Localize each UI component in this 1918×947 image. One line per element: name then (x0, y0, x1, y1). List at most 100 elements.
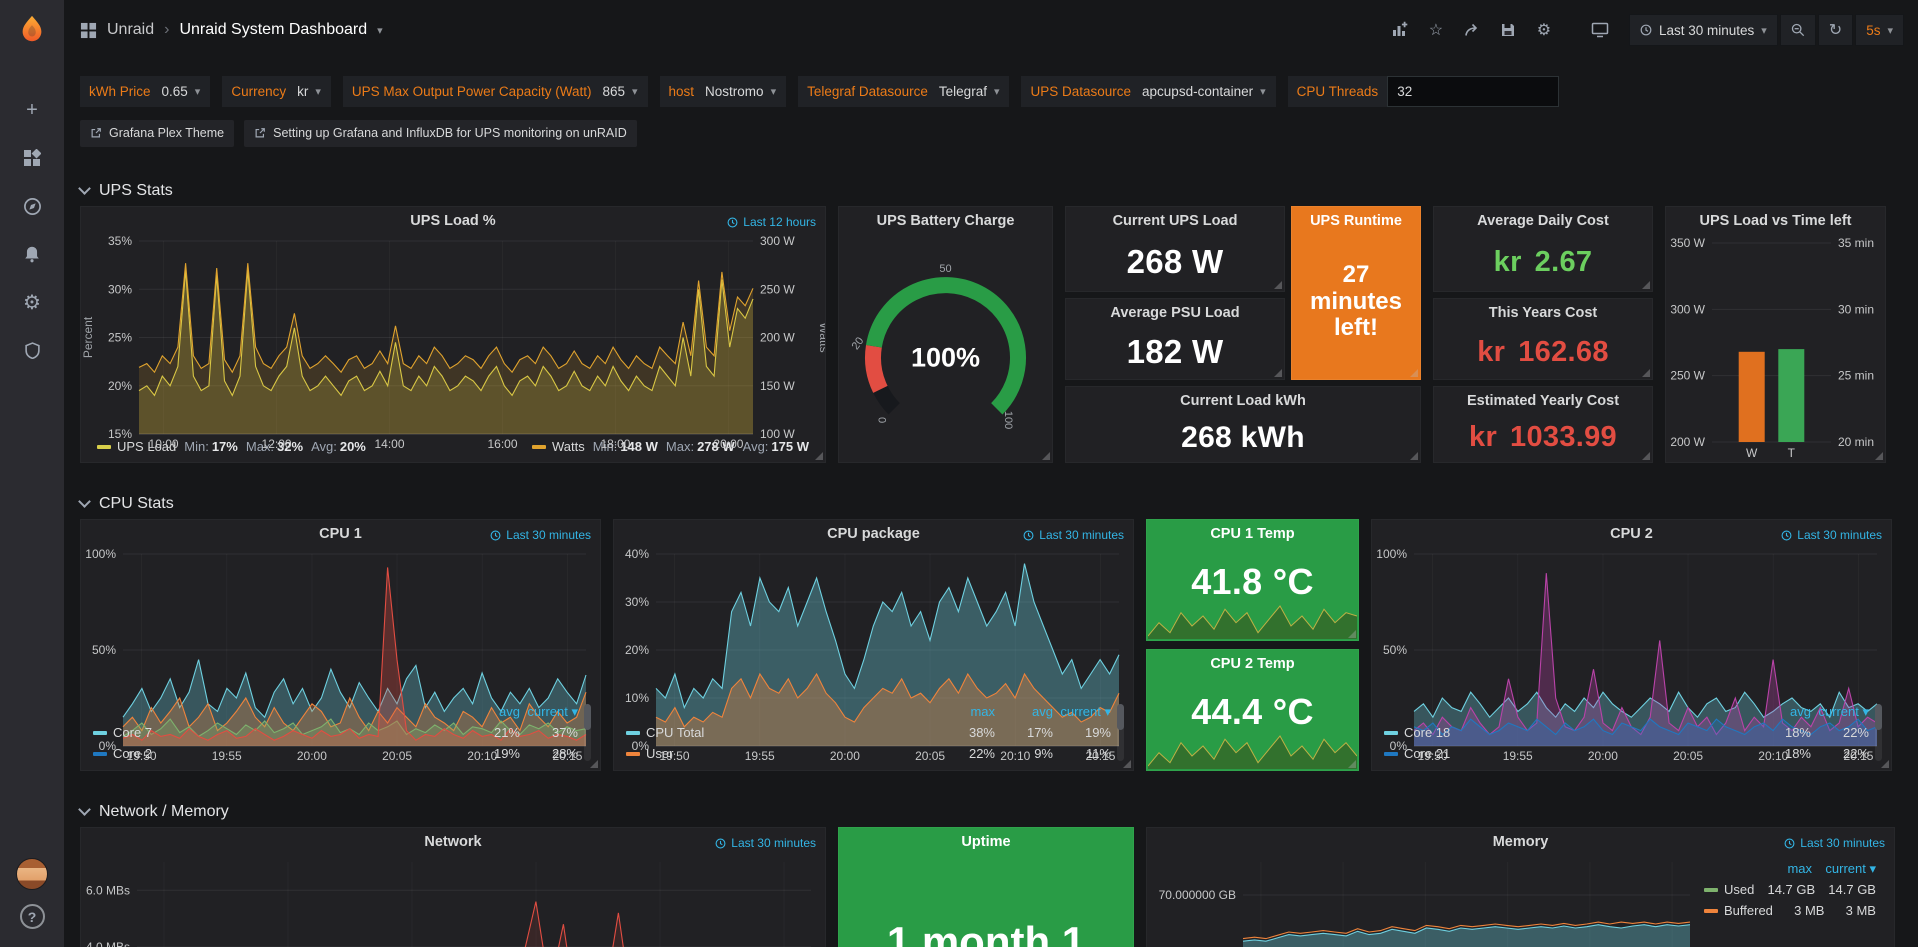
legend-sort-avg[interactable]: avg (995, 704, 1053, 719)
legend-item[interactable]: Used14.7 GB14.7 GB (1704, 879, 1876, 900)
panel-title[interactable]: UPS Runtime (1292, 213, 1420, 229)
navbar-actions: ☆ ⚙ Last 3 (1385, 14, 1904, 46)
panel-time-override[interactable]: Last 30 minutes (1781, 528, 1882, 542)
row-network-memory[interactable]: Network / Memory (80, 797, 1902, 827)
create-icon[interactable]: + (0, 86, 64, 134)
chevron-down-icon: ▾ (1887, 24, 1893, 37)
variable-value[interactable]: Nostromo ▾ (703, 84, 786, 99)
alerting-bell-icon[interactable] (0, 230, 64, 278)
legend-sort-avg[interactable]: avg (1753, 704, 1811, 719)
legend-item[interactable]: CPU Total38%17%19% (626, 722, 1111, 743)
cycle-view-monitor-icon[interactable] (1585, 15, 1615, 45)
panel-title[interactable]: UPS Load vs Time left (1666, 213, 1885, 229)
legend-sort-current[interactable]: current ▾ (1053, 704, 1111, 720)
dashboard-title[interactable]: Unraid System Dashboard (179, 21, 367, 39)
configuration-gear-icon[interactable]: ⚙ (0, 278, 64, 326)
navbar: Unraid › Unraid System Dashboard ▾ ☆ (64, 0, 1918, 60)
add-panel-icon[interactable] (1385, 15, 1415, 45)
svg-text:18:00: 18:00 (600, 437, 630, 451)
gauge-canvas[interactable]: 02050100100% (839, 233, 1052, 462)
bar-chart-canvas[interactable]: 200 W20 min250 W25 min300 W30 min350 W35… (1666, 233, 1885, 462)
dashboards-icon[interactable] (0, 134, 64, 182)
legend-sort-max[interactable]: max (937, 704, 995, 719)
chart-canvas[interactable]: 50.000000 GB60.000000 GB70.000000 GB19:5… (1147, 854, 1704, 947)
legend-sort-current[interactable]: current ▾ (1812, 861, 1876, 877)
star-icon[interactable]: ☆ (1421, 15, 1451, 45)
row-cpu-stats[interactable]: CPU Stats (80, 489, 1902, 519)
panel-title[interactable]: Current UPS Load (1066, 213, 1284, 229)
legend-scrollbar[interactable] (1117, 704, 1124, 761)
time-range-button[interactable]: Last 30 minutes ▾ (1629, 14, 1778, 46)
explore-icon[interactable] (0, 182, 64, 230)
variable-input[interactable] (1387, 76, 1559, 107)
chart-canvas[interactable]: 0%50%100%19:5019:5520:0020:0520:1020:15 (81, 546, 600, 701)
panel-title[interactable]: Current Load kWh (1066, 393, 1420, 409)
grafana-logo-icon[interactable] (0, 0, 64, 58)
variable-value[interactable]: apcupsd-container ▾ (1140, 84, 1276, 99)
dashboard-link[interactable]: Grafana Plex Theme (80, 120, 234, 147)
sparkline (1148, 603, 1357, 639)
panel-title[interactable]: UPS Load % (81, 213, 825, 229)
legend-item[interactable]: Core 2118%22% (1384, 743, 1869, 764)
legend-item[interactable]: User22%9%11% (626, 743, 1111, 764)
settings-gear-icon[interactable]: ⚙ (1529, 15, 1559, 45)
share-icon[interactable] (1457, 15, 1487, 45)
refresh-button[interactable]: ↻ (1818, 14, 1853, 46)
legend-value: 19% (1053, 725, 1111, 740)
chart-canvas[interactable]: 0%50%100%19:5019:5520:0020:0520:1020:15 (1372, 546, 1891, 701)
panel-title[interactable]: Uptime (839, 834, 1133, 850)
legend-sort-avg[interactable]: avg (462, 704, 520, 719)
panel-title[interactable]: Average PSU Load (1066, 305, 1284, 321)
legend-item[interactable]: Buffered3 MB3 MB (1704, 900, 1876, 921)
panel-cpu-1-temp: CPU 1 Temp 41.8 °C (1146, 519, 1359, 641)
chart-canvas[interactable]: 15%20%25%30%35%100 W150 W200 W250 W300 W… (81, 233, 825, 437)
legend-sort-max[interactable]: max (1748, 861, 1812, 876)
chevron-down-icon[interactable]: ▾ (377, 24, 383, 37)
legend-scrollbar[interactable] (1875, 704, 1882, 761)
legend-item[interactable]: Core 219%28% (93, 743, 578, 764)
chart-canvas[interactable]: 2.0 MBs4.0 MBs6.0 MBs19:5019:5520:0020:0… (81, 854, 825, 947)
help-icon[interactable]: ? (20, 904, 45, 929)
legend-item[interactable]: Core 1818%22% (1384, 722, 1869, 743)
chart-legend: avgcurrent ▾ Core 1818%22%Core 2118%22% (1372, 701, 1891, 770)
variable-value[interactable]: kr ▾ (295, 84, 331, 99)
legend-scrollbar[interactable] (584, 704, 591, 761)
panel-time-override[interactable]: Last 30 minutes (490, 528, 591, 542)
svg-text:100%: 100% (1376, 547, 1407, 561)
variables-row: kWh Price0.65 ▾Currencykr ▾UPS Max Outpu… (80, 74, 1902, 108)
panel-time-override[interactable]: Last 12 hours (727, 215, 816, 229)
refresh-interval-button[interactable]: 5s ▾ (1855, 14, 1904, 46)
panel-title[interactable]: Average Daily Cost (1434, 213, 1652, 229)
svg-text:T: T (1788, 446, 1796, 460)
panel-time-override[interactable]: Last 30 minutes (1784, 836, 1885, 850)
series-color-dash (1704, 888, 1718, 892)
panel-ups-battery-charge: UPS Battery Charge 02050100100% (838, 206, 1053, 463)
panel-title[interactable]: CPU 2 Temp (1147, 656, 1358, 672)
legend-value: 28% (520, 746, 578, 761)
stat-value: kr 162.68 (1434, 325, 1652, 379)
variable-value[interactable]: Telegraf ▾ (937, 84, 1010, 99)
dashboard-link[interactable]: Setting up Grafana and InfluxDB for UPS … (244, 120, 637, 147)
panel-title[interactable]: CPU 1 Temp (1147, 526, 1358, 542)
panel-title[interactable]: UPS Battery Charge (839, 213, 1052, 229)
legend-item[interactable]: Core 721%37% (93, 722, 578, 743)
variable-value[interactable]: 865 ▾ (600, 84, 647, 99)
breadcrumb-app[interactable]: Unraid (107, 21, 154, 39)
chart-canvas[interactable]: 0%10%20%30%40%19:5019:5520:0020:0520:102… (614, 546, 1133, 701)
panel-title[interactable]: Estimated Yearly Cost (1434, 393, 1652, 409)
clock-icon (727, 217, 738, 228)
panel-title[interactable]: Memory (1147, 834, 1894, 850)
server-admin-shield-icon[interactable] (0, 326, 64, 374)
panel-time-override[interactable]: Last 30 minutes (715, 836, 816, 850)
save-icon[interactable] (1493, 15, 1523, 45)
sidebar-menu: + ⚙ (0, 86, 64, 374)
avatar[interactable] (16, 858, 48, 890)
panel-time-override[interactable]: Last 30 minutes (1023, 528, 1124, 542)
zoom-out-button[interactable] (1780, 14, 1816, 46)
variable-value[interactable]: 0.65 ▾ (160, 84, 211, 99)
row-ups-stats[interactable]: UPS Stats (80, 176, 1902, 206)
panel-title[interactable]: Network (81, 834, 825, 850)
legend-sort-current[interactable]: current ▾ (1811, 704, 1869, 720)
panel-title[interactable]: This Years Cost (1434, 305, 1652, 321)
legend-sort-current[interactable]: current ▾ (520, 704, 578, 720)
